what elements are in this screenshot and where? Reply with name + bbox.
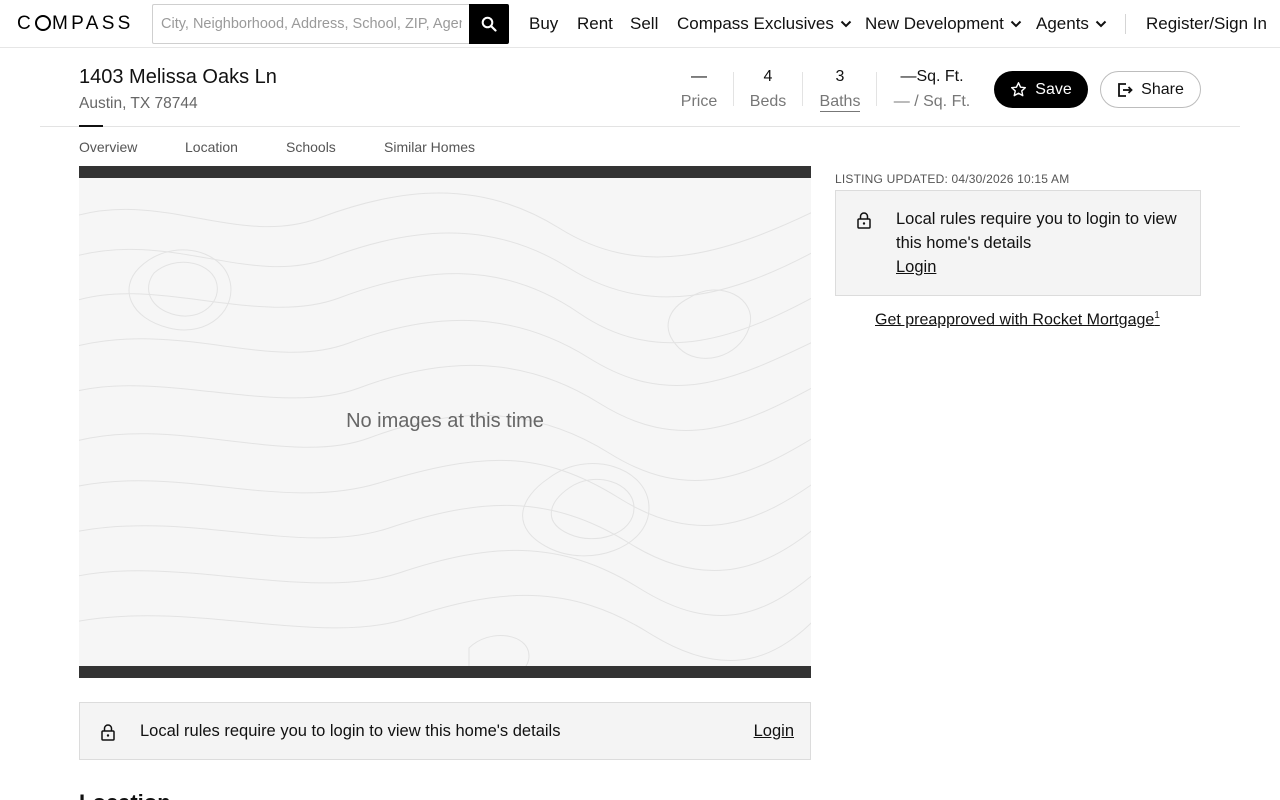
login-notice-banner: Local rules require you to login to view… (79, 702, 811, 760)
rocket-mortgage-link[interactable]: Get preapproved with Rocket Mortgage1 (875, 310, 1160, 329)
sidebar-login-link[interactable]: Login (896, 255, 936, 279)
no-images-text: No images at this time (346, 410, 544, 432)
nav-agents[interactable]: Agents (1036, 14, 1107, 34)
footnote-marker: 1 (1154, 310, 1160, 321)
stat-price: — Price (672, 68, 726, 112)
nav-sell-label: Sell (630, 14, 659, 33)
gallery-top-bar (79, 166, 811, 178)
login-notice-text: Local rules require you to login to view… (140, 722, 561, 740)
tab-location[interactable]: Location (185, 139, 238, 155)
save-label: Save (1035, 80, 1072, 98)
stat-separator (733, 72, 734, 106)
beds-value: 4 (763, 68, 773, 85)
top-nav: CMPASS Buy Rent Sell Compass Exclusives … (0, 0, 1280, 48)
search-bar (152, 4, 509, 44)
price-label: Price (680, 93, 718, 110)
nav-new-development-label: New Development (865, 14, 1004, 33)
register-signin-link[interactable]: Register/Sign In (1146, 14, 1267, 34)
stat-baths[interactable]: 3 Baths (812, 68, 868, 112)
tab-schools[interactable]: Schools (286, 139, 336, 155)
share-icon (1118, 82, 1133, 97)
nav-compass-exclusives[interactable]: Compass Exclusives (677, 14, 852, 34)
nav-sell[interactable]: Sell (630, 14, 658, 34)
tab-similar-homes[interactable]: Similar Homes (384, 139, 475, 155)
listing-city: Austin, TX 78744 (79, 95, 198, 112)
compass-logo[interactable]: C MPASS (17, 13, 134, 35)
register-signin-label: Register/Sign In (1146, 14, 1267, 33)
search-button[interactable] (469, 4, 509, 44)
baths-label[interactable]: Baths (819, 93, 861, 112)
price-value: — (691, 68, 707, 85)
nav-rent[interactable]: Rent (577, 14, 613, 34)
nav-buy-label: Buy (529, 14, 559, 33)
save-button[interactable]: Save (994, 71, 1088, 108)
nav-new-development[interactable]: New Development (865, 14, 1022, 34)
stat-beds: 4 Beds (742, 68, 794, 112)
share-button[interactable]: Share (1100, 71, 1201, 108)
lock-icon (101, 724, 115, 741)
chevron-down-icon (1095, 20, 1107, 28)
baths-value: 3 (835, 68, 845, 85)
photo-gallery[interactable]: No images at this time (79, 166, 811, 678)
beds-label: Beds (749, 93, 787, 110)
header-divider (40, 126, 1240, 127)
sidebar-login-notice: Local rules require you to login to view… (835, 190, 1201, 296)
nav-divider (1125, 14, 1126, 34)
logo-o-ring (35, 15, 52, 31)
location-section-heading: Location (79, 790, 171, 800)
nav-rent-label: Rent (577, 14, 613, 33)
search-icon (481, 16, 497, 32)
stat-separator (802, 72, 803, 106)
gallery-bottom-bar (79, 666, 811, 678)
tab-overview[interactable]: Overview (79, 139, 137, 155)
nav-agents-label: Agents (1036, 14, 1089, 33)
stat-sqft: —Sq. Ft. — / Sq. Ft. (886, 68, 978, 112)
listing-updated: LISTING UPDATED: 04/30/2026 10:15 AM (835, 172, 1070, 186)
listing-address: 1403 Melissa Oaks Ln (79, 66, 277, 88)
stat-separator (876, 72, 877, 106)
lock-icon (857, 212, 871, 229)
share-label: Share (1141, 80, 1184, 98)
nav-buy[interactable]: Buy (529, 14, 558, 34)
nav-compass-exclusives-label: Compass Exclusives (677, 14, 834, 33)
sidebar-login-notice-text: Local rules require you to login to view… (896, 210, 1177, 252)
chevron-down-icon (1010, 20, 1022, 28)
sqft-value: —Sq. Ft. (900, 68, 964, 85)
star-icon (1011, 82, 1027, 97)
rocket-mortgage-label: Get preapproved with Rocket Mortgage (875, 311, 1155, 329)
login-link[interactable]: Login (754, 722, 794, 741)
price-per-sqft: — / Sq. Ft. (893, 93, 971, 110)
active-tab-indicator (79, 125, 103, 127)
chevron-down-icon (840, 20, 852, 28)
search-input[interactable] (152, 4, 470, 44)
